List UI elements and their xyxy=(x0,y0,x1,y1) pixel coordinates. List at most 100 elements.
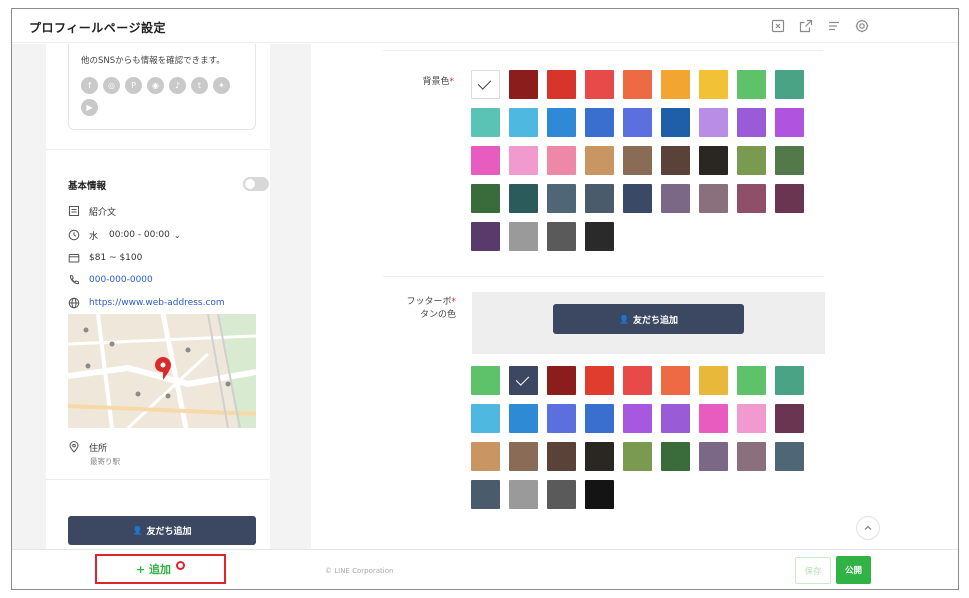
footer-button-color-swatch[interactable] xyxy=(775,442,804,471)
footer-button-color-swatch[interactable] xyxy=(547,442,576,471)
background-color-swatch[interactable] xyxy=(471,108,500,137)
tumblr-icon[interactable]: t xyxy=(191,77,208,94)
line-icon[interactable]: ◉ xyxy=(147,77,164,94)
phone-link[interactable]: 000-000-0000 xyxy=(89,275,153,285)
footer-button-color-swatch[interactable] xyxy=(661,404,690,433)
background-color-swatch[interactable] xyxy=(699,70,728,99)
background-color-swatch[interactable] xyxy=(623,70,652,99)
twitter-icon[interactable]: ✦ xyxy=(213,77,230,94)
footer-button-color-swatch[interactable] xyxy=(775,404,804,433)
scroll-to-top-button[interactable] xyxy=(856,516,880,540)
background-color-swatch[interactable] xyxy=(547,108,576,137)
footer-button-color-swatch[interactable] xyxy=(623,366,652,395)
background-color-swatch[interactable] xyxy=(699,146,728,175)
footer-button-color-swatch[interactable] xyxy=(623,442,652,471)
background-color-swatch[interactable] xyxy=(623,184,652,213)
facebook-icon[interactable]: f xyxy=(81,77,98,94)
background-color-swatch[interactable] xyxy=(509,108,538,137)
intro-row: 紹介文 xyxy=(68,204,116,218)
background-color-swatch[interactable] xyxy=(623,108,652,137)
background-color-swatch[interactable] xyxy=(775,184,804,213)
background-color-swatch[interactable] xyxy=(547,146,576,175)
save-button[interactable]: 保存 xyxy=(795,557,831,584)
footer-button-color-swatch[interactable] xyxy=(661,366,690,395)
background-color-swatch[interactable] xyxy=(699,108,728,137)
background-color-swatch[interactable] xyxy=(585,222,614,251)
add-friend-button-preview[interactable]: 👤 友だち追加 xyxy=(68,516,256,545)
sns-text: 他のSNSからも情報を確認できます。 xyxy=(81,56,225,66)
background-color-swatch[interactable] xyxy=(585,146,614,175)
publish-button[interactable]: 公開 xyxy=(836,556,871,584)
footer-button-color-swatch[interactable] xyxy=(547,366,576,395)
external-link-icon[interactable] xyxy=(799,19,813,33)
footer-button-color-swatch[interactable] xyxy=(585,442,614,471)
background-color-swatch[interactable] xyxy=(661,184,690,213)
settings-gear-icon[interactable] xyxy=(855,19,869,33)
footer-button-color-swatch[interactable] xyxy=(585,404,614,433)
footer-button-color-swatch[interactable] xyxy=(737,366,766,395)
background-color-swatch[interactable] xyxy=(547,70,576,99)
background-color-swatch[interactable] xyxy=(775,146,804,175)
tiktok-icon[interactable]: ♪ xyxy=(169,77,186,94)
footer-right: © LINE Corporation 保存 公開 xyxy=(311,549,958,589)
background-color-swatch[interactable] xyxy=(547,222,576,251)
footer-button-color-swatch[interactable] xyxy=(471,442,500,471)
background-color-swatch[interactable] xyxy=(775,70,804,99)
website-link[interactable]: https://www.web-address.com xyxy=(89,298,225,308)
background-color-swatch[interactable] xyxy=(699,184,728,213)
background-color-swatch[interactable] xyxy=(661,108,690,137)
footer-button-color-swatch[interactable] xyxy=(547,404,576,433)
footer-button-color-swatch[interactable] xyxy=(471,480,500,509)
background-color-swatch[interactable] xyxy=(471,222,500,251)
phone-row[interactable]: 000-000-0000 xyxy=(68,273,153,287)
background-color-swatch[interactable] xyxy=(737,146,766,175)
footer-button-color-swatch[interactable] xyxy=(737,404,766,433)
footer-button-color-swatch[interactable] xyxy=(737,442,766,471)
footer-button-color-swatch[interactable] xyxy=(585,366,614,395)
divider xyxy=(383,276,823,277)
footer-button-color-swatch[interactable] xyxy=(699,366,728,395)
background-color-swatch[interactable] xyxy=(661,146,690,175)
background-color-swatch[interactable] xyxy=(737,70,766,99)
chevron-down-icon[interactable]: ⌄ xyxy=(174,231,181,240)
background-color-swatch[interactable] xyxy=(585,108,614,137)
list-settings-icon[interactable] xyxy=(827,19,841,33)
map-thumbnail[interactable] xyxy=(68,314,256,428)
add-block-button[interactable]: + 追加 xyxy=(95,554,226,584)
background-color-swatch[interactable] xyxy=(547,184,576,213)
footer-button-color-swatch[interactable] xyxy=(775,366,804,395)
background-color-swatch[interactable] xyxy=(623,146,652,175)
footer-button-color-swatch[interactable] xyxy=(547,480,576,509)
background-color-swatch[interactable] xyxy=(661,70,690,99)
website-row[interactable]: https://www.web-address.com xyxy=(68,296,225,310)
footer-button-color-swatch[interactable] xyxy=(661,442,690,471)
footer-button-color-swatch[interactable] xyxy=(509,442,538,471)
background-color-swatch[interactable] xyxy=(775,108,804,137)
background-color-swatch[interactable] xyxy=(471,70,500,99)
background-color-swatch[interactable] xyxy=(737,184,766,213)
footer-button-color-swatch[interactable] xyxy=(509,366,538,395)
hours-row[interactable]: 水 00:00 - 00:00 ⌄ xyxy=(68,228,181,242)
footer-button-color-swatch[interactable] xyxy=(471,404,500,433)
background-color-swatch[interactable] xyxy=(737,108,766,137)
footer-button-color-swatch[interactable] xyxy=(509,480,538,509)
footer-button-color-swatch[interactable] xyxy=(623,404,652,433)
background-color-swatch[interactable] xyxy=(585,70,614,99)
footer-button-color-swatch[interactable] xyxy=(509,404,538,433)
footer-button-color-swatch[interactable] xyxy=(471,366,500,395)
background-color-swatch[interactable] xyxy=(509,70,538,99)
background-color-swatch[interactable] xyxy=(509,222,538,251)
background-color-swatch[interactable] xyxy=(471,184,500,213)
background-color-swatch[interactable] xyxy=(471,146,500,175)
background-color-swatch[interactable] xyxy=(509,146,538,175)
instagram-icon[interactable]: ◎ xyxy=(103,77,120,94)
background-color-swatch[interactable] xyxy=(509,184,538,213)
background-color-swatch[interactable] xyxy=(585,184,614,213)
footer-button-color-swatch[interactable] xyxy=(699,442,728,471)
pinterest-icon[interactable]: P xyxy=(125,77,142,94)
footer-button-color-swatch[interactable] xyxy=(699,404,728,433)
youtube-icon[interactable]: ▶ xyxy=(81,99,98,116)
basic-info-toggle[interactable] xyxy=(243,177,269,191)
layout-icon[interactable] xyxy=(771,19,785,33)
footer-button-color-swatch[interactable] xyxy=(585,480,614,509)
